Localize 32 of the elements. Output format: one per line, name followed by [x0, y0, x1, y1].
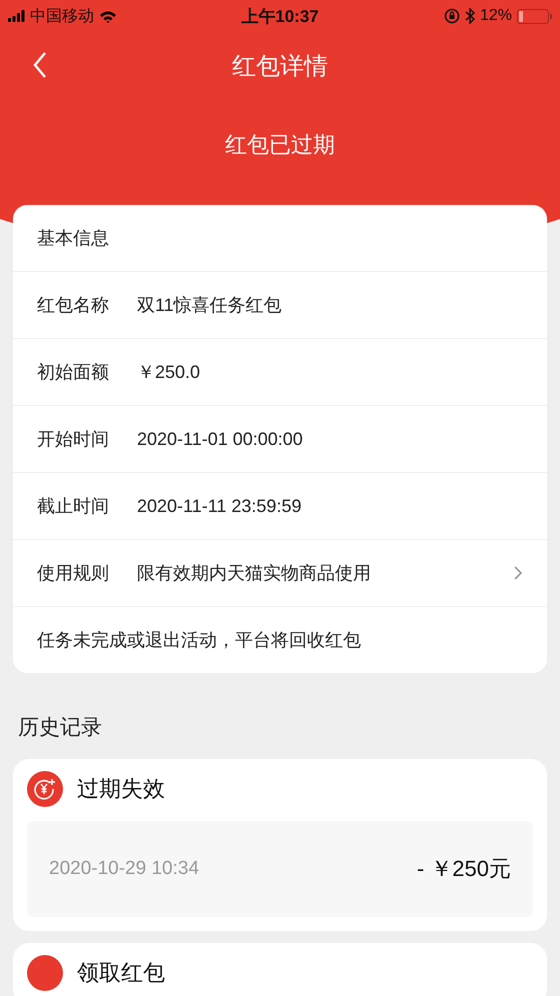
chevron-icon: [514, 566, 523, 580]
note-text: 任务未完成或退出活动，平台将回收红包: [13, 606, 547, 673]
field-label: 使用规则: [37, 562, 110, 585]
back-icon: [31, 50, 49, 80]
rotation-lock-icon: [444, 8, 460, 24]
info-row[interactable]: 使用规则 限有效期内天猫实物商品使用: [13, 539, 547, 606]
record-icon: [27, 955, 63, 991]
page-title: 红包详情: [232, 52, 328, 82]
section-title: 历史记录: [17, 715, 103, 741]
signal-icon: [8, 10, 25, 22]
field-value: ￥250.0: [137, 361, 202, 384]
battery-icon: [517, 8, 552, 24]
field-label: 初始面额: [37, 361, 110, 384]
record-time: 2020-10-29 10:34: [49, 858, 200, 880]
field-value: 2020-11-01 00:00:00: [137, 428, 304, 450]
coin-icon: [27, 771, 63, 807]
section-title: 基本信息: [36, 227, 110, 250]
field-value: 2020-11-11 23:59:59: [137, 496, 302, 516]
field-label: 截止时间: [37, 495, 110, 518]
status-time: 上午10:37: [241, 6, 319, 28]
carrier-name: 中国移动: [30, 6, 94, 26]
field-label: 红包名称: [37, 294, 110, 317]
field-label: 开始时间: [37, 428, 110, 451]
record-title: 领取红包: [77, 959, 165, 987]
bluetooth-icon: [464, 8, 475, 24]
field-value: 限有效期内天猫实物商品使用: [137, 562, 372, 585]
status-text: 红包已过期: [224, 131, 336, 159]
record-title: 过期失效: [77, 775, 165, 803]
battery-percent: 12%: [480, 7, 512, 25]
field-value: 双11惊喜任务红包: [137, 294, 283, 317]
record-amount: - ￥250元: [416, 855, 511, 883]
wifi-icon: [99, 10, 117, 22]
